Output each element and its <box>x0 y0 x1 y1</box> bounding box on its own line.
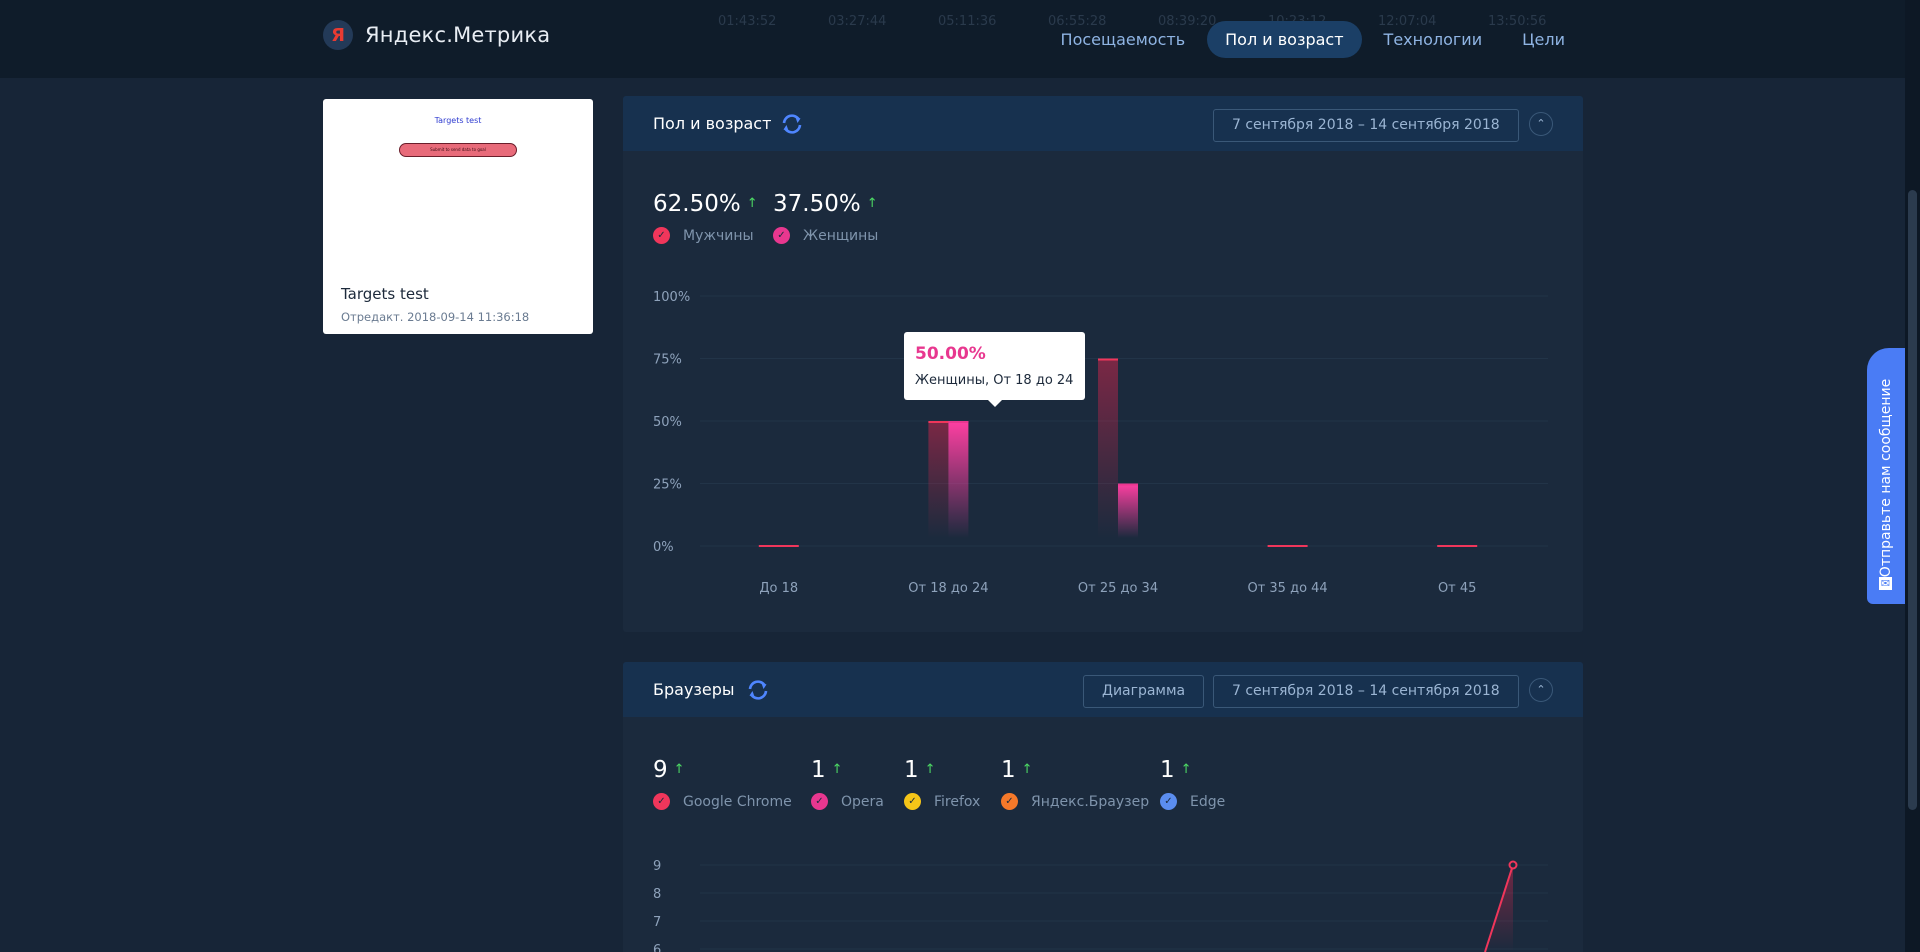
trend-up-icon: ↑ <box>1180 762 1192 777</box>
stat-firefox: 1 ↑ ✓ Firefox <box>904 757 980 810</box>
checkmark-icon: ✓ <box>811 793 828 810</box>
legend-label: Firefox <box>934 793 981 810</box>
refresh-icon[interactable] <box>780 112 804 136</box>
diagram-button[interactable]: Диаграмма <box>1083 675 1205 708</box>
brand-logo[interactable]: Я Яндекс.Метрика <box>323 20 550 50</box>
x-tick-label: От 18 до 24 <box>908 581 988 596</box>
brand-name: Яндекс.Метрика <box>365 23 551 47</box>
yandex-logo-icon: Я <box>323 20 353 50</box>
legend-toggle-firefox[interactable]: ✓ Firefox <box>904 793 980 810</box>
bar-women <box>948 421 969 538</box>
collapse-button[interactable]: ⌃ <box>1529 112 1553 136</box>
panel-header: Браузеры Диаграмма 7 сентября 2018 – 14 … <box>623 662 1583 717</box>
stat-value: 1 <box>811 757 826 783</box>
checkmark-icon: ✓ <box>1160 793 1177 810</box>
stat-value: 1 <box>1001 757 1016 783</box>
stat-edge: 1 ↑ ✓ Edge <box>1160 757 1225 810</box>
bar-cap-men <box>928 421 949 423</box>
panel-header: Пол и возраст 7 сентября 2018 – 14 сентя… <box>623 96 1583 151</box>
y-tick-label: 8 <box>653 887 661 902</box>
legend-toggle-yandex-browser[interactable]: ✓ Яндекс.Браузер <box>1001 793 1149 810</box>
x-tick-label: До 18 <box>759 581 798 596</box>
bar-zero <box>758 545 799 547</box>
tooltip-label: Женщины, От 18 до 24 <box>915 373 1074 388</box>
bar-women <box>1118 483 1138 538</box>
ghost-time: 01:43:52 <box>718 14 777 29</box>
main-nav: Посещаемость Пол и возраст Технологии Це… <box>1039 21 1583 58</box>
site-preview-card[interactable]: Targets test Submit to send data to goal… <box>323 99 593 334</box>
legend-toggle-chrome[interactable]: ✓ Google Chrome <box>653 793 792 810</box>
x-tick-label: От 45 <box>1438 581 1476 596</box>
bar-cap-women <box>948 421 969 423</box>
x-tick-label: От 35 до 44 <box>1247 581 1327 596</box>
stat-opera: 1 ↑ ✓ Opera <box>811 757 884 810</box>
browsers-panel: Браузеры Диаграмма 7 сентября 2018 – 14 … <box>623 662 1583 952</box>
trend-up-icon: ↑ <box>1021 762 1033 777</box>
nav-item-goals[interactable]: Цели <box>1504 21 1583 58</box>
nav-item-gender-age[interactable]: Пол и возраст <box>1207 21 1362 58</box>
page-scrollbar[interactable] <box>1905 0 1920 952</box>
checkmark-icon: ✓ <box>1001 793 1018 810</box>
y-tick-label: 7 <box>653 915 661 930</box>
preview-edited-date: Отредакт. 2018-09-14 11:36:18 <box>341 310 530 324</box>
y-tick-label: 50% <box>653 415 682 430</box>
gender-age-panel: Пол и возраст 7 сентября 2018 – 14 сентя… <box>623 96 1583 632</box>
nav-item-technologies[interactable]: Технологии <box>1366 21 1501 58</box>
chart-tooltip: 50.00% Женщины, От 18 до 24 <box>904 332 1085 407</box>
trend-up-icon: ↑ <box>924 762 936 777</box>
feedback-tab[interactable]: Отправьте нам сообщение ✉ <box>1867 348 1905 604</box>
bar-men <box>928 421 949 538</box>
date-range-button[interactable]: 7 сентября 2018 – 14 сентября 2018 <box>1213 109 1519 142</box>
stat-value: 1 <box>904 757 919 783</box>
nav-item-visits[interactable]: Посещаемость <box>1043 21 1204 58</box>
trend-up-icon: ↑ <box>673 762 685 777</box>
checkmark-icon: ✓ <box>653 793 670 810</box>
browsers-line-chart: 9 8 7 6 <box>653 859 1548 952</box>
ghost-time: 05:11:36 <box>938 14 997 29</box>
legend-label: Edge <box>1190 793 1226 810</box>
preview-mini-button: Submit to send data to goal <box>399 143 517 157</box>
preview-mini-title: Targets test <box>434 116 482 125</box>
legend-label: Яндекс.Браузер <box>1031 793 1150 810</box>
bar-cap-women <box>1118 483 1138 486</box>
stat-value: 1 <box>1160 757 1175 783</box>
stat-value: 9 <box>653 757 668 783</box>
panel-title: Пол и возраст <box>653 114 772 133</box>
bar-men <box>1098 358 1118 538</box>
y-tick-label: 75% <box>653 353 682 368</box>
bar-cap-men <box>1098 358 1118 361</box>
panel-title: Браузеры <box>653 680 735 699</box>
legend-label: Opera <box>841 793 884 810</box>
gender-age-bar-chart: 100% 75% 50% 25% 0% До 18 От 18 до 24 От 25 до … <box>653 290 1548 596</box>
tooltip-value: 50.00% <box>915 344 986 364</box>
checkmark-icon: ✓ <box>904 793 921 810</box>
stat-yandex-browser: 1 ↑ ✓ Яндекс.Браузер <box>1001 757 1149 810</box>
legend-toggle-edge[interactable]: ✓ Edge <box>1160 793 1225 810</box>
y-tick-label: 0% <box>653 540 674 555</box>
mail-icon: ✉ <box>1879 577 1892 590</box>
ghost-time: 03:27:44 <box>828 14 887 29</box>
date-range-button[interactable]: 7 сентября 2018 – 14 сентября 2018 <box>1213 675 1519 708</box>
y-tick-label: 25% <box>653 478 682 493</box>
stat-chrome: 9 ↑ ✓ Google Chrome <box>653 757 792 810</box>
bar-zero <box>1437 545 1478 547</box>
y-tick-label: 100% <box>653 290 690 305</box>
collapse-button[interactable]: ⌃ <box>1529 678 1553 702</box>
scrollbar-thumb[interactable] <box>1908 190 1917 810</box>
series-point-chrome <box>1508 860 1518 870</box>
preview-site-name: Targets test <box>341 285 429 303</box>
legend-toggle-opera[interactable]: ✓ Opera <box>811 793 884 810</box>
legend-label: Google Chrome <box>683 793 792 810</box>
bar-zero <box>1267 545 1308 547</box>
top-bar: 01:43:52 03:27:44 05:11:36 06:55:28 08:3… <box>0 0 1905 78</box>
y-tick-label: 6 <box>653 943 661 952</box>
x-tick-label: От 25 до 34 <box>1078 581 1158 596</box>
y-tick-label: 9 <box>653 859 661 874</box>
refresh-icon[interactable] <box>746 678 770 702</box>
trend-up-icon: ↑ <box>831 762 843 777</box>
feedback-label: Отправьте нам сообщение <box>1878 378 1894 578</box>
